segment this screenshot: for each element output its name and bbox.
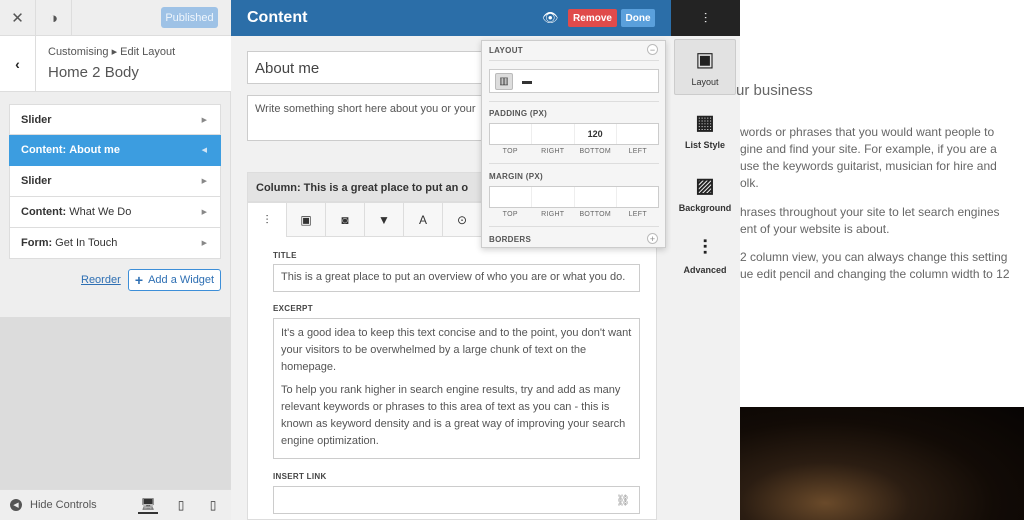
preview-heading: ur business bbox=[736, 82, 813, 99]
preview-text: ue edit pencil and changing the column w… bbox=[740, 267, 1010, 281]
widget-title-input[interactable]: About me bbox=[247, 51, 487, 84]
remove-button[interactable]: Remove bbox=[568, 9, 617, 27]
collapse-icon: ◀ bbox=[10, 499, 22, 511]
layout-icon: ▣ bbox=[695, 49, 715, 71]
arrow-right-icon: ▶ bbox=[201, 117, 207, 124]
margin-left-input[interactable] bbox=[617, 187, 658, 207]
widget-item-slider-2[interactable]: Slider ▶ bbox=[9, 166, 221, 197]
style-popup: LAYOUT − ▥ ▬ PADDING (PX) 120 TOP RIGHT BO… bbox=[481, 40, 666, 248]
preview-hero-image bbox=[740, 407, 1024, 520]
preview-text: gine and find your site. For example, if… bbox=[740, 142, 997, 156]
page-title: Home 2 Body bbox=[48, 64, 139, 81]
preview-text: use the keywords guitarist, musician for… bbox=[740, 159, 997, 173]
wordpress-icon[interactable]: ◑ bbox=[36, 0, 72, 36]
arrow-right-icon: ▶ bbox=[201, 209, 207, 216]
reorder-link[interactable]: Reorder bbox=[81, 274, 121, 286]
settings-sliders-icon[interactable]: ⫶ bbox=[248, 203, 287, 237]
published-button[interactable]: Published bbox=[161, 7, 218, 28]
tab-layout[interactable]: ▣ Layout bbox=[674, 39, 736, 95]
arrow-right-icon: ▶ bbox=[201, 178, 207, 185]
grid-icon: ▦ bbox=[695, 112, 715, 134]
preview-text: words or phrases that you would want peo… bbox=[740, 125, 995, 139]
margin-right-input[interactable] bbox=[532, 187, 575, 207]
mobile-preview-icon[interactable]: ▯ bbox=[203, 496, 223, 514]
tab-list-style[interactable]: ▦ List Style bbox=[674, 102, 736, 158]
boxed-layout-icon[interactable]: ▥ bbox=[495, 73, 513, 90]
image-icon[interactable]: ▣ bbox=[287, 203, 326, 237]
margin-side-labels: TOP RIGHT BOTTOM LEFT bbox=[502, 211, 647, 218]
full-width-layout-icon[interactable]: ▬ bbox=[518, 73, 536, 90]
back-icon[interactable]: ‹ bbox=[0, 36, 36, 92]
tab-advanced[interactable]: ⫶ Advanced bbox=[674, 228, 736, 284]
padding-inputs: 120 bbox=[489, 123, 659, 145]
divider bbox=[489, 101, 659, 102]
preview-text: 2 column view, you can always change thi… bbox=[740, 250, 1008, 264]
padding-section-label: PADDING (PX) bbox=[489, 109, 548, 118]
style-settings-toggle-icon[interactable]: ⫶ bbox=[671, 0, 740, 36]
sidebar-empty-area bbox=[0, 317, 231, 500]
breadcrumb: ‹ Customising ▸ Edit Layout Home 2 Body bbox=[0, 36, 231, 92]
column-header[interactable]: Column: This is a great place to put an … bbox=[247, 172, 487, 202]
preview-text: olk. bbox=[740, 176, 759, 190]
image-icon: ▨ bbox=[695, 175, 715, 197]
margin-bottom-input[interactable] bbox=[575, 187, 617, 207]
done-button[interactable]: Done bbox=[621, 9, 655, 27]
insert-link-input[interactable]: ⛓ bbox=[273, 486, 640, 514]
margin-top-input[interactable] bbox=[490, 187, 533, 207]
eye-icon[interactable]: 👁 bbox=[542, 10, 559, 26]
layout-section-label: LAYOUT bbox=[489, 46, 523, 55]
borders-section-label[interactable]: BORDERS bbox=[489, 235, 531, 244]
preview-text: ent of your website is about. bbox=[740, 222, 890, 236]
font-icon[interactable]: A bbox=[404, 203, 443, 237]
tab-background[interactable]: ▨ Background bbox=[674, 165, 736, 221]
title-input[interactable]: This is a great place to put an overview… bbox=[273, 264, 640, 292]
widget-description-input[interactable]: Write something short here about you or … bbox=[247, 95, 487, 141]
brush-icon[interactable]: ▼ bbox=[365, 203, 404, 237]
add-widget-button[interactable]: + Add a Widget bbox=[128, 269, 221, 291]
padding-side-labels: TOP RIGHT BOTTOM LEFT bbox=[502, 148, 647, 155]
padding-right-input[interactable] bbox=[532, 124, 575, 144]
arrow-right-icon: ▶ bbox=[201, 240, 207, 247]
widget-item-form-get-in-touch[interactable]: Form: Get In Touch ▶ bbox=[9, 228, 221, 259]
close-icon[interactable]: ✕ bbox=[0, 0, 36, 36]
desktop-preview-icon[interactable]: 🖥 bbox=[138, 496, 158, 514]
margin-section-label: MARGIN (PX) bbox=[489, 172, 543, 181]
sliders-icon: ⫶ bbox=[702, 237, 708, 259]
camera-icon[interactable]: ◙ bbox=[326, 203, 365, 237]
breadcrumb-parent: Customising ▸ Edit Layout bbox=[48, 46, 176, 58]
title-label: TITLE bbox=[273, 251, 297, 260]
padding-left-input[interactable] bbox=[617, 124, 658, 144]
layout-options: ▥ ▬ bbox=[489, 69, 659, 93]
link-icon[interactable]: ⛓ bbox=[616, 494, 630, 507]
widget-item-slider[interactable]: Slider ▶ bbox=[9, 104, 221, 135]
editor-title: Content bbox=[247, 9, 308, 26]
customizer-footer: ◀ Hide Controls 🖥 ▯ ▯ bbox=[0, 489, 231, 520]
plus-icon: + bbox=[134, 272, 144, 288]
preview-text: hrases throughout your site to let searc… bbox=[740, 205, 1000, 219]
expand-icon[interactable]: + bbox=[647, 233, 658, 244]
divider bbox=[489, 60, 659, 61]
widget-item-content-what-we-do[interactable]: Content: What We Do ▶ bbox=[9, 197, 221, 228]
divider bbox=[489, 226, 659, 227]
customizer-topbar: ✕ ◑ Published bbox=[0, 0, 231, 36]
editor-header: Content 👁 Remove Done bbox=[231, 0, 671, 36]
tablet-preview-icon[interactable]: ▯ bbox=[171, 496, 191, 514]
collapse-icon[interactable]: − bbox=[647, 44, 658, 55]
margin-inputs bbox=[489, 186, 659, 208]
insert-link-label: INSERT LINK bbox=[273, 472, 327, 481]
padding-top-input[interactable] bbox=[490, 124, 533, 144]
widget-list: Slider ▶ Content: About me ◀ Slider ▶ Conten… bbox=[9, 104, 221, 259]
style-tabs: ▣ Layout ▦ List Style ▨ Background ⫶ Advance… bbox=[671, 36, 740, 520]
hide-controls-button[interactable]: ◀ Hide Controls bbox=[10, 499, 97, 511]
search-icon[interactable]: ⊙ bbox=[443, 203, 482, 237]
excerpt-label: EXCERPT bbox=[273, 304, 313, 313]
padding-bottom-input[interactable]: 120 bbox=[575, 124, 617, 144]
widget-item-content-about-me[interactable]: Content: About me ◀ bbox=[9, 135, 221, 166]
site-preview: ur business words or phrases that you wo… bbox=[736, 0, 1024, 520]
divider bbox=[489, 163, 659, 164]
column-form: TITLE This is a great place to put an ov… bbox=[247, 237, 657, 520]
excerpt-textarea[interactable]: It's a good idea to keep this text conci… bbox=[273, 318, 640, 459]
arrow-left-icon: ◀ bbox=[201, 147, 207, 154]
